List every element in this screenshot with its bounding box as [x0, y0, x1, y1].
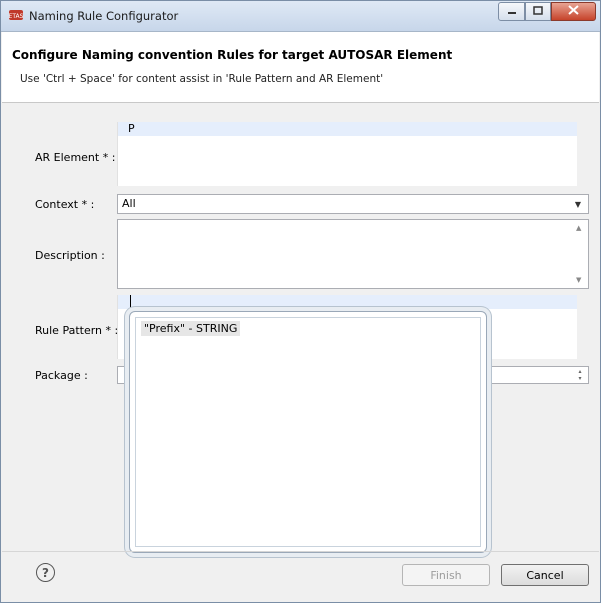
context-combo[interactable]: All ▼ [117, 194, 589, 214]
finish-button[interactable]: Finish [402, 564, 490, 586]
app-logo-icon: ETAS [9, 9, 24, 21]
minimize-button[interactable] [498, 2, 525, 21]
header-title: Configure Naming convention Rules for ta… [12, 48, 453, 62]
scroll-down-icon[interactable]: ▼ [576, 276, 581, 284]
maximize-icon [533, 5, 543, 18]
content-assist-popup: "Prefix" - STRING [129, 311, 487, 553]
help-icon[interactable]: ? [36, 563, 55, 582]
title-bar[interactable]: ETAS Naming Rule Configurator [1, 1, 600, 32]
chevron-down-icon[interactable]: ▼ [570, 195, 586, 213]
close-icon [568, 5, 579, 18]
ar-element-field[interactable]: P [117, 122, 577, 186]
text-caret [130, 295, 131, 309]
dialog-header: Configure Naming convention Rules for ta… [2, 32, 599, 103]
description-label: Description : [35, 249, 105, 262]
maximize-button[interactable] [525, 2, 551, 21]
header-description: Use 'Ctrl + Space' for content assist in… [20, 73, 384, 85]
rule-pattern-label: Rule Pattern * : [35, 324, 119, 337]
proposal-item[interactable]: "Prefix" - STRING [141, 321, 241, 336]
minimize-icon [507, 5, 517, 18]
cancel-button[interactable]: Cancel [501, 564, 589, 586]
proposal-list: "Prefix" - STRING [135, 317, 481, 547]
description-field[interactable]: ▲ ▼ [117, 219, 589, 289]
rule-pattern-first-line [118, 295, 577, 309]
dialog-window: ETAS Naming Rule Configurator Configure … [0, 0, 601, 603]
window-title: Naming Rule Configurator [29, 9, 179, 23]
close-button[interactable] [551, 2, 596, 21]
scroll-up-icon[interactable]: ▲ [576, 224, 581, 232]
description-scrollbar[interactable]: ▲ ▼ [572, 220, 588, 288]
context-label: Context * : [35, 198, 95, 211]
ar-element-value: P [118, 122, 577, 136]
footer-divider [2, 551, 599, 552]
svg-text:ETAS: ETAS [9, 13, 23, 20]
package-label: Package : [35, 369, 88, 382]
ar-element-label: AR Element * : [35, 151, 116, 164]
spinner-icon[interactable]: ▴ ▾ [574, 368, 586, 382]
context-value: All [122, 197, 136, 210]
